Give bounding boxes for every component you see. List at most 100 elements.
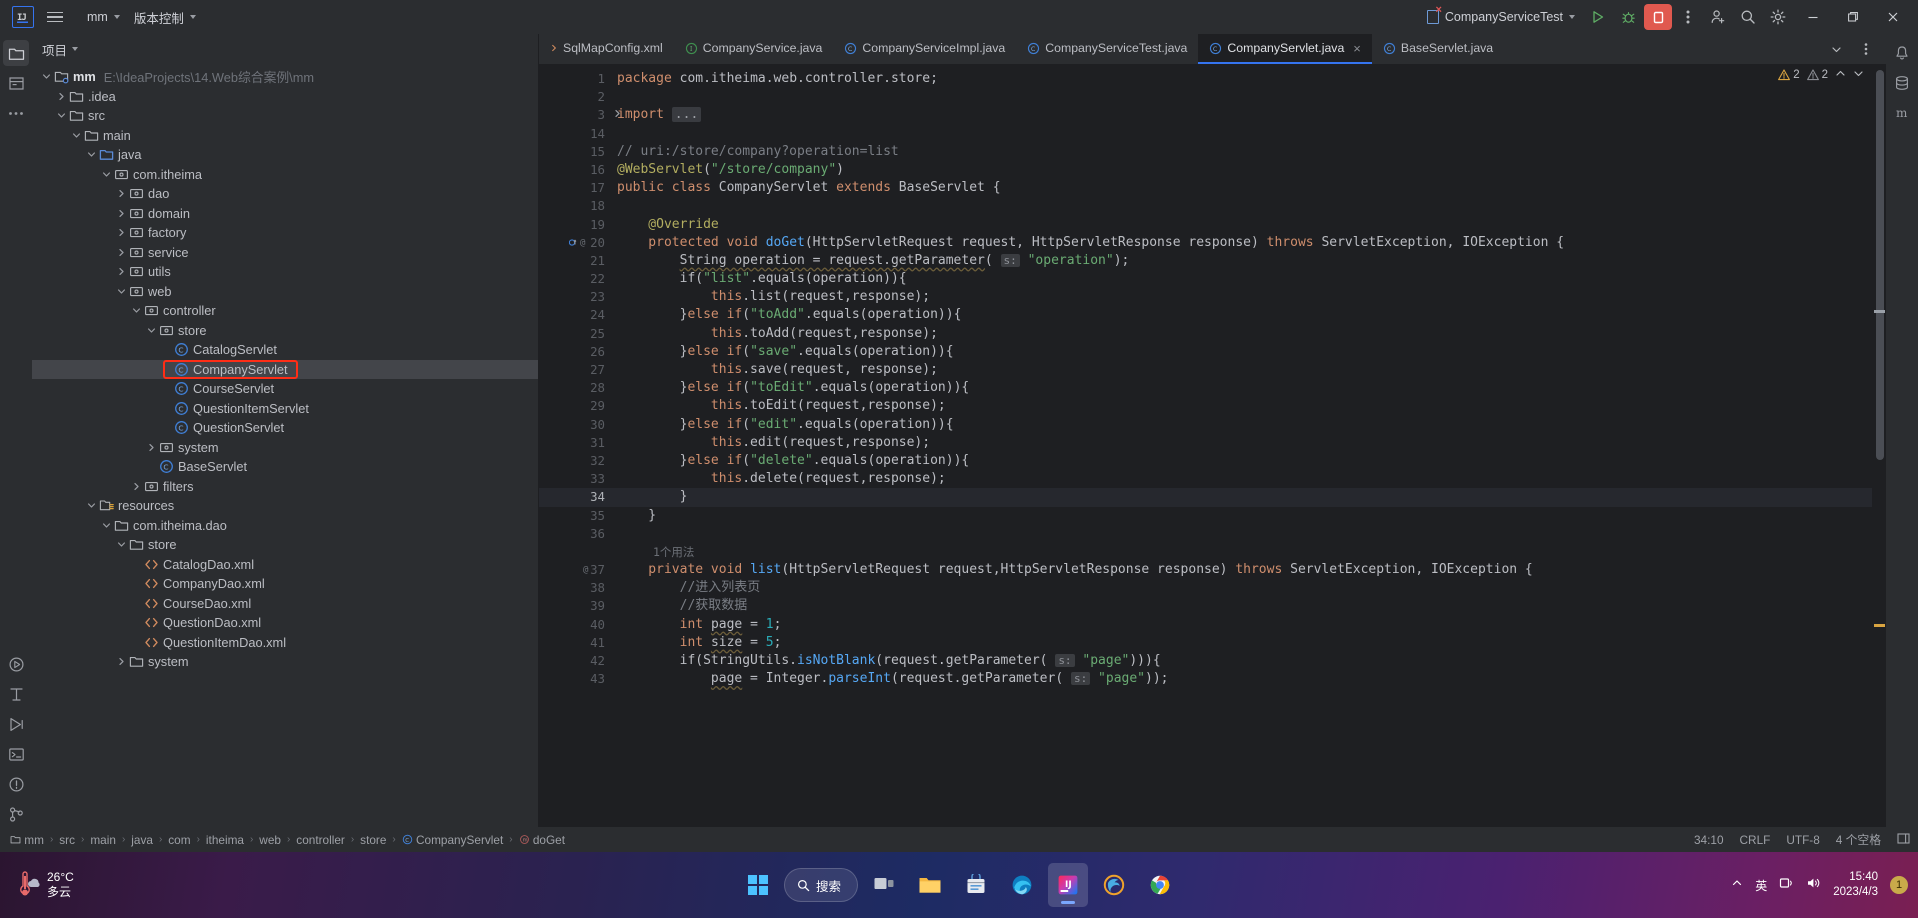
editor-gutter[interactable]: 1 2 3 14 15 16 17 18 19 20 @21 22 23 24 25 26 27 28 29 30 31… — [539, 64, 611, 827]
more-options-button[interactable] — [1674, 4, 1702, 30]
tree-row[interactable]: C QuestionItemServlet — [32, 399, 538, 419]
tree-row[interactable]: store — [32, 321, 538, 341]
show-hidden-tabs-icon[interactable] — [1822, 36, 1850, 62]
tree-row[interactable]: C CatalogServlet — [32, 340, 538, 360]
run-configuration-selector[interactable]: CompanyServiceTest — [1420, 4, 1582, 27]
weak-warning-badge[interactable]: 2 — [1806, 69, 1828, 81]
tree-row[interactable]: QuestionDao.xml — [32, 613, 538, 633]
editor-tab[interactable]: I CompanyService.java — [674, 34, 834, 64]
chevron-up-icon[interactable] — [1731, 876, 1743, 894]
tree-row[interactable]: QuestionItemDao.xml — [32, 633, 538, 653]
chevron-down-icon[interactable] — [130, 306, 143, 315]
maximize-button[interactable] — [1834, 0, 1872, 34]
editor-tab[interactable]: C CompanyServiceTest.java — [1016, 34, 1198, 64]
maven-tool-window-button[interactable]: m — [1889, 100, 1915, 126]
chevron-down-icon[interactable] — [55, 111, 68, 120]
chevron-down-icon[interactable] — [40, 72, 53, 81]
terminal-tool-window-button[interactable] — [3, 741, 29, 767]
tree-row[interactable]: controller — [32, 301, 538, 321]
firefox-icon[interactable] — [1094, 863, 1134, 907]
chevron-down-icon[interactable] — [100, 521, 113, 530]
problems-tool-window-button[interactable] — [3, 771, 29, 797]
tree-row[interactable]: src — [32, 106, 538, 126]
chevron-right-icon[interactable] — [115, 189, 128, 198]
chevron-down-icon[interactable] — [85, 501, 98, 510]
tree-row[interactable]: resources — [32, 496, 538, 516]
project-panel-header[interactable]: 项目 — [32, 34, 538, 64]
notification-badge[interactable]: 1 — [1890, 876, 1908, 894]
fold-toggle-icon[interactable] — [611, 106, 623, 124]
tree-row[interactable]: CourseDao.xml — [32, 594, 538, 614]
tree-row[interactable]: mm E:\IdeaProjects\14.Web综合案例\mm — [32, 67, 538, 87]
editor-code-content[interactable]: package com.itheima.web.controller.store… — [611, 64, 1886, 827]
chevron-right-icon[interactable] — [115, 657, 128, 666]
services-tool-window-button[interactable] — [3, 711, 29, 737]
chevron-down-icon[interactable] — [115, 540, 128, 549]
tab-options-icon[interactable] — [1852, 36, 1880, 62]
tree-row[interactable]: filters — [32, 477, 538, 497]
microsoft-store-icon[interactable] — [956, 863, 996, 907]
chevron-down-icon[interactable] — [100, 170, 113, 179]
inspection-widget[interactable]: 2 2 — [1778, 68, 1864, 82]
toggle-layout-icon[interactable] — [1897, 832, 1910, 848]
tree-row[interactable]: service — [32, 243, 538, 263]
breadcrumb-item[interactable]: controller — [294, 832, 347, 848]
more-tool-windows-button[interactable] — [3, 100, 29, 126]
commit-tool-window-button[interactable] — [3, 70, 29, 96]
chevron-right-icon[interactable] — [55, 92, 68, 101]
gutter-usage-icon[interactable]: @ — [583, 561, 588, 579]
tree-row[interactable]: C QuestionServlet — [32, 418, 538, 438]
close-tab-icon[interactable]: × — [1353, 41, 1361, 56]
editor-tab[interactable]: C CompanyServiceImpl.java — [833, 34, 1016, 64]
line-separator[interactable]: CRLF — [1740, 833, 1771, 847]
add-user-icon[interactable] — [1704, 4, 1732, 30]
chrome-icon[interactable] — [1140, 863, 1180, 907]
breadcrumb-item[interactable]: C CompanyServlet — [400, 832, 505, 848]
chevron-right-icon[interactable] — [115, 228, 128, 237]
run-button[interactable] — [1584, 4, 1612, 30]
tree-row[interactable]: C CourseServlet — [32, 379, 538, 399]
chevron-right-icon[interactable] — [130, 482, 143, 491]
tree-row[interactable]: web — [32, 282, 538, 302]
tree-row[interactable]: com.itheima — [32, 165, 538, 185]
project-tool-window-button[interactable] — [3, 40, 29, 66]
breadcrumb-item[interactable]: main — [88, 832, 118, 848]
caret-position[interactable]: 34:10 — [1694, 833, 1724, 847]
structure-tool-window-button[interactable] — [3, 681, 29, 707]
taskbar-clock[interactable]: 15:40 2023/4/3 — [1833, 870, 1878, 900]
editor-tab-active[interactable]: C CompanyServlet.java × — [1198, 34, 1372, 64]
chevron-right-icon[interactable] — [115, 209, 128, 218]
code-editor[interactable]: 1 2 3 14 15 16 17 18 19 20 @21 22 23 24 25 26 27 28 29 30 31… — [539, 64, 1886, 827]
tree-row[interactable]: dao — [32, 184, 538, 204]
breadcrumb-item[interactable]: com — [166, 832, 192, 848]
gear-icon[interactable] — [1764, 4, 1792, 30]
breadcrumb-item[interactable]: store — [358, 832, 388, 848]
edge-browser-icon[interactable] — [1002, 863, 1042, 907]
tree-row[interactable]: main — [32, 126, 538, 146]
editor-tab[interactable]: SqlMapConfig.xml — [539, 34, 674, 64]
breadcrumb-item[interactable]: m doGet — [517, 832, 567, 848]
editor-scrollbar[interactable] — [1872, 64, 1886, 827]
tree-row[interactable]: store — [32, 535, 538, 555]
next-problem-button[interactable] — [1853, 68, 1864, 82]
tree-row[interactable]: .idea — [32, 87, 538, 107]
taskbar-search-box[interactable]: 搜索 — [783, 868, 859, 902]
previous-problem-button[interactable] — [1835, 68, 1846, 82]
main-menu-button[interactable] — [42, 4, 68, 30]
tree-row[interactable]: domain — [32, 204, 538, 224]
breadcrumb-item[interactable]: itheima — [204, 832, 246, 848]
run-tool-window-button[interactable] — [3, 651, 29, 677]
warning-badge[interactable]: 2 — [1778, 69, 1800, 81]
stop-button[interactable] — [1644, 4, 1672, 30]
vcs-menu-button[interactable]: 版本控制 — [127, 5, 203, 30]
weather-widget[interactable]: 26°C 多云 — [14, 870, 74, 900]
project-menu-button[interactable]: mm — [80, 7, 127, 27]
gutter-override-icon[interactable]: @ — [569, 234, 585, 252]
tree-row[interactable]: factory — [32, 223, 538, 243]
task-view-icon[interactable] — [864, 863, 904, 907]
tree-row[interactable]: system — [32, 652, 538, 672]
breadcrumb-item[interactable]: java — [129, 832, 155, 848]
indent-setting[interactable]: 4 个空格 — [1836, 831, 1881, 848]
editor-scrollbar-thumb[interactable] — [1876, 70, 1884, 460]
search-icon[interactable] — [1734, 4, 1762, 30]
